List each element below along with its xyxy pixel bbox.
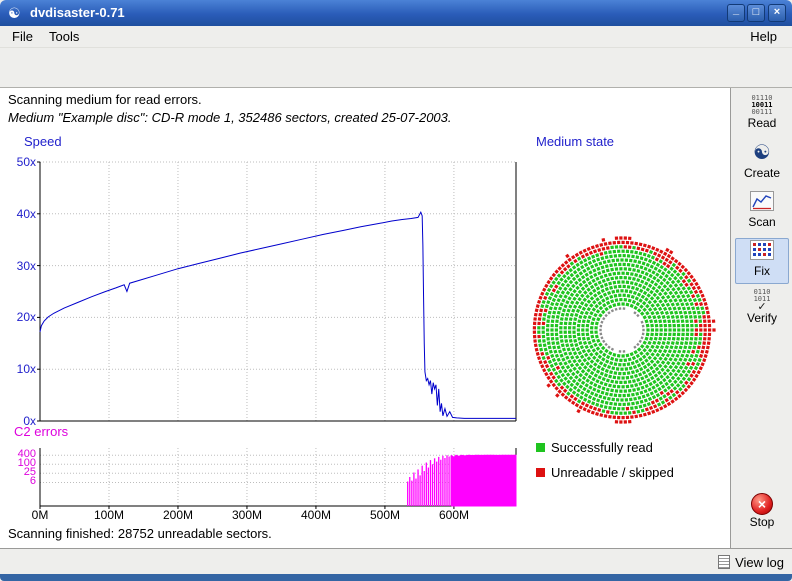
scan-chart-icon bbox=[749, 190, 775, 212]
legend-swatch-unreadable bbox=[536, 468, 545, 477]
view-log-button[interactable]: View log bbox=[718, 552, 784, 572]
view-log-label: View log bbox=[735, 555, 784, 570]
action-sidebar: 01110 10011 00111 Read ☯ Create Scan bbox=[730, 88, 792, 548]
minimize-button[interactable]: _ bbox=[727, 4, 745, 22]
legend-swatch-read bbox=[536, 443, 545, 452]
toolbar: Optical drive 52X FW 1.02 ▼ bbox=[0, 48, 792, 88]
medium-state-disc bbox=[528, 236, 716, 424]
verify-label: Verify bbox=[735, 311, 789, 325]
app-icon: ☯ bbox=[8, 4, 21, 22]
verify-button[interactable]: 0110 1011 ✓ Verify bbox=[735, 286, 789, 332]
scan-label: Scan bbox=[735, 215, 789, 229]
app-window: ☯ dvdisaster-0.71 _ □ × File Tools Help … bbox=[0, 0, 792, 581]
checkmark-icon: ✓ bbox=[735, 303, 789, 311]
create-button[interactable]: ☯ Create bbox=[735, 140, 789, 186]
menu-file[interactable]: File bbox=[5, 26, 40, 48]
titlebar[interactable]: ☯ dvdisaster-0.71 _ □ × bbox=[0, 0, 792, 26]
log-icon bbox=[718, 555, 730, 569]
window-title: dvdisaster-0.71 bbox=[30, 0, 125, 26]
create-label: Create bbox=[735, 166, 789, 180]
fix-label: Fix bbox=[736, 264, 788, 278]
maximize-button[interactable]: □ bbox=[747, 4, 765, 22]
scan-button[interactable]: Scan bbox=[735, 190, 789, 236]
stop-icon: × bbox=[751, 493, 773, 515]
legend-label-unreadable: Unreadable / skipped bbox=[551, 465, 674, 480]
bottom-bar: View log bbox=[0, 548, 792, 574]
scan-finished-status: Scanning finished: 28752 unreadable sect… bbox=[8, 526, 272, 541]
menubar: File Tools Help bbox=[0, 26, 792, 48]
read-button[interactable]: 01110 10011 00111 Read bbox=[735, 92, 789, 138]
legend-label-read: Successfully read bbox=[551, 440, 653, 455]
menu-help[interactable]: Help bbox=[743, 26, 784, 48]
close-button[interactable]: × bbox=[768, 4, 786, 22]
fix-icon bbox=[749, 239, 775, 261]
stop-label: Stop bbox=[735, 515, 789, 529]
stop-button[interactable]: × Stop bbox=[735, 490, 789, 536]
window-frame-bottom bbox=[0, 574, 792, 581]
scan-results-pane: Scanning medium for read errors. Medium … bbox=[0, 88, 730, 548]
menu-tools[interactable]: Tools bbox=[42, 26, 86, 48]
read-label: Read bbox=[735, 116, 789, 130]
fix-button[interactable]: Fix bbox=[735, 238, 789, 284]
yin-yang-icon: ☯ bbox=[735, 140, 789, 166]
read-binary-icon: 01110 10011 00111 bbox=[735, 92, 789, 116]
